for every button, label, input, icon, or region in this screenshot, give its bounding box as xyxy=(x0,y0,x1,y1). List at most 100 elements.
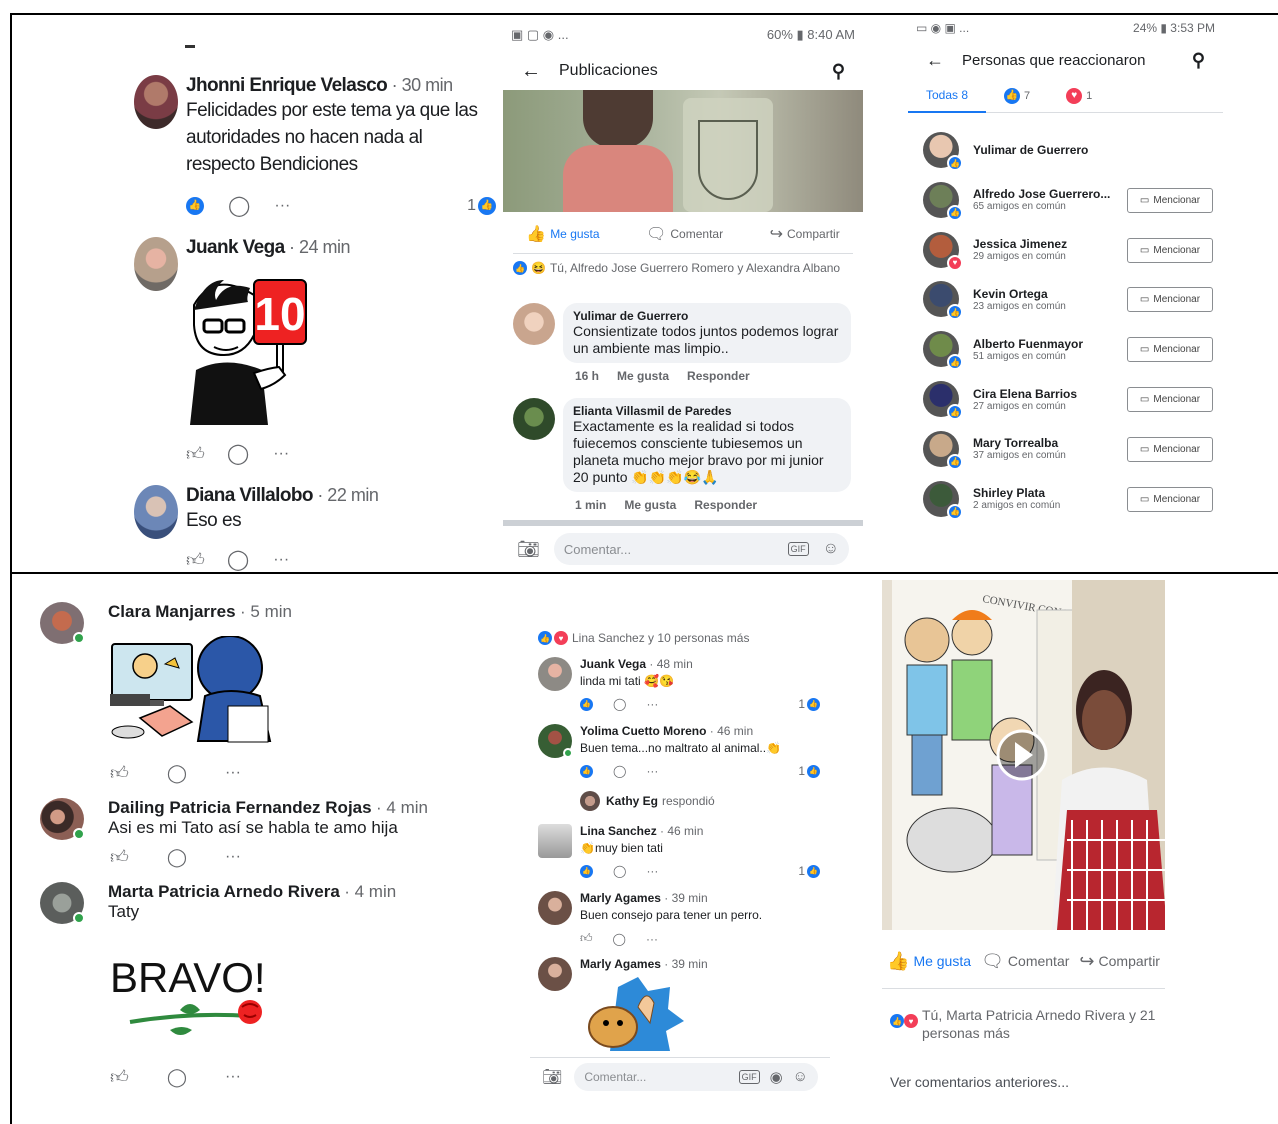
mention-button[interactable]: ▭ Mencionar xyxy=(1127,237,1213,263)
search-icon[interactable]: ⚲ xyxy=(1192,50,1205,71)
mention-button[interactable]: ▭ Mencionar xyxy=(1127,287,1213,313)
more-icon[interactable]: ··· xyxy=(646,864,658,878)
reply-icon[interactable]: ◯ xyxy=(227,441,249,466)
mention-button[interactable]: ▭ Mencionar xyxy=(1127,387,1213,412)
comment-author[interactable]: Juank Vega xyxy=(186,237,285,258)
like-link[interactable]: Me gusta xyxy=(617,369,669,383)
gif-icon[interactable]: GIF xyxy=(787,542,809,556)
comment-author[interactable]: Marly Agames xyxy=(580,957,661,971)
reactor-row[interactable]: 👍 Yulimar de Guerrero xyxy=(923,130,1213,171)
avatar[interactable] xyxy=(134,485,178,539)
comment-author[interactable]: Jhonni Enrique Velasco xyxy=(186,75,388,96)
avatar[interactable] xyxy=(538,724,573,758)
reactor-row[interactable]: 👍 Alfredo Jose Guerrero... 65 amigos en co… xyxy=(923,180,1213,221)
sticker-icon[interactable]: ◉ xyxy=(770,1068,783,1086)
thumbs-up-icon[interactable]: 👍︎ xyxy=(580,931,593,946)
thumbs-up-icon[interactable]: 👍︎ xyxy=(110,762,129,784)
comment-author[interactable]: Juank Vega xyxy=(580,657,646,671)
reactor-row[interactable]: 👍 Mary Torrealba 37 amigos en común ▭ Mencio… xyxy=(923,429,1213,470)
more-icon[interactable]: ··· xyxy=(646,932,658,946)
reactor-row[interactable]: 👍 Cira Elena Barrios 27 amigos en común ▭ Me… xyxy=(923,379,1213,420)
comment-button[interactable]: 🗨 Comentar xyxy=(646,224,723,244)
view-previous-comments-link[interactable]: Ver comentarios anteriores... xyxy=(890,1074,1069,1090)
more-icon[interactable]: ··· xyxy=(225,764,241,782)
reply-icon[interactable]: ◯ xyxy=(227,547,249,571)
camera-icon[interactable]: 📷︎ xyxy=(542,1067,562,1087)
mention-button[interactable]: ▭ Mencionar xyxy=(1127,337,1213,363)
avatar[interactable] xyxy=(538,957,572,991)
comment-author[interactable]: Elianta Villasmil de Paredes xyxy=(573,404,841,418)
back-arrow-icon[interactable]: ← xyxy=(521,60,541,83)
share-button[interactable]: ↪ Compartir xyxy=(1079,951,1160,972)
tab-love[interactable]: ♥ 1 xyxy=(1048,79,1110,113)
like-icon[interactable]: 👍 xyxy=(580,697,593,711)
avatar[interactable] xyxy=(513,303,555,345)
back-arrow-icon[interactable]: ← xyxy=(926,50,944,71)
post-video[interactable] xyxy=(503,90,863,212)
reply-icon[interactable]: ◯ xyxy=(613,764,626,778)
mention-button[interactable]: ▭ Mencionar xyxy=(1127,436,1213,462)
comment-author[interactable]: Marly Agames xyxy=(580,891,661,905)
reply-summary[interactable]: Kathy Eg respondió xyxy=(580,791,715,811)
comment-author[interactable]: Diana Villalobo xyxy=(186,485,313,506)
comment-author[interactable]: Yulimar de Guerrero xyxy=(573,309,841,323)
emoji-icon[interactable]: ☺ xyxy=(823,540,839,558)
reactor-row[interactable]: ♥ Jessica Jimenez 29 amigos en común ▭ Menci… xyxy=(923,230,1213,271)
thumbs-up-icon[interactable]: 👍︎ xyxy=(110,1066,129,1088)
more-icon[interactable]: ··· xyxy=(273,445,289,463)
thumbs-up-icon[interactable]: 👍︎ xyxy=(186,443,205,465)
like-icon[interactable]: 👍 xyxy=(580,864,593,878)
thumbs-up-icon[interactable]: 👍︎ xyxy=(110,846,129,868)
reply-icon[interactable]: ◯ xyxy=(613,697,626,711)
reactor-row[interactable]: 👍 Alberto Fuenmayor 51 amigos en común ▭ Men… xyxy=(923,329,1213,371)
reply-icon[interactable]: ◯ xyxy=(167,763,187,784)
reply-icon[interactable]: ◯ xyxy=(228,193,250,218)
comment-author[interactable]: Marta Patricia Arnedo Rivera xyxy=(108,882,340,901)
more-icon[interactable]: ··· xyxy=(646,697,658,711)
like-button[interactable]: 👍 Me gusta xyxy=(887,951,971,972)
reply-link[interactable]: Responder xyxy=(687,369,750,383)
share-button[interactable]: ↪ Compartir xyxy=(770,224,840,244)
gif-icon[interactable]: GIF xyxy=(738,1069,760,1084)
tab-like[interactable]: 👍 7 xyxy=(986,79,1048,113)
avatar[interactable] xyxy=(40,798,85,840)
more-icon[interactable]: ··· xyxy=(274,197,290,215)
comment-input[interactable]: Comentar... GIF ◉ ☺ xyxy=(574,1062,818,1091)
comment-author[interactable]: Lina Sanchez xyxy=(580,824,657,838)
reactor-row[interactable]: 👍 Kevin Ortega 23 amigos en común ▭ Menciona… xyxy=(923,279,1213,321)
reply-link[interactable]: Responder xyxy=(694,498,757,512)
avatar[interactable] xyxy=(134,75,178,129)
avatar[interactable] xyxy=(538,891,572,925)
avatar[interactable] xyxy=(513,398,555,440)
comment-author[interactable]: Yolima Cuetto Moreno xyxy=(580,724,706,738)
reactions-summary[interactable]: 👍 😆 Tú, Alfredo Jose Guerrero Romero y A… xyxy=(513,261,853,275)
avatar[interactable] xyxy=(40,882,85,924)
avatar[interactable] xyxy=(538,824,572,858)
like-icon[interactable]: 👍 xyxy=(580,764,593,778)
avatar[interactable] xyxy=(40,602,85,644)
mention-button[interactable]: ▭ Mencionar xyxy=(1127,187,1213,213)
comment-button[interactable]: 🗨 Comentar xyxy=(981,951,1069,972)
more-icon[interactable]: ··· xyxy=(273,551,289,569)
thumbs-up-icon[interactable]: 👍︎ xyxy=(186,549,205,571)
comment-input[interactable]: Comentar... GIF ☺ xyxy=(553,533,849,565)
tab-all[interactable]: Todas 8 xyxy=(908,79,987,113)
comment-author[interactable]: Clara Manjarres xyxy=(108,602,236,621)
reactions-summary[interactable]: 👍 ♥ Tú, Marta Patricia Arnedo Rivera y 2… xyxy=(890,1006,1160,1042)
emoji-icon[interactable]: ☺ xyxy=(793,1068,808,1085)
reply-icon[interactable]: ◯ xyxy=(167,1067,187,1088)
like-icon[interactable]: 👍 xyxy=(186,196,204,215)
reactor-row[interactable]: 👍 Shirley Plata 2 amigos en común ▭ Menciona… xyxy=(923,479,1213,520)
more-icon[interactable]: ··· xyxy=(225,848,241,866)
post-video[interactable]: CONVIVIR CON LOS ANIMALES xyxy=(882,580,1165,930)
camera-icon[interactable]: 📷︎ xyxy=(517,539,540,560)
reply-icon[interactable]: ◯ xyxy=(167,847,187,868)
reply-icon[interactable]: ◯ xyxy=(613,932,626,946)
mention-button[interactable]: ▭ Mencionar xyxy=(1127,486,1213,512)
avatar[interactable] xyxy=(134,237,178,291)
reply-icon[interactable]: ◯ xyxy=(613,864,626,878)
like-link[interactable]: Me gusta xyxy=(624,498,676,512)
more-icon[interactable]: ··· xyxy=(646,764,658,778)
avatar[interactable] xyxy=(538,657,572,691)
search-icon[interactable]: ⚲ xyxy=(832,61,845,82)
